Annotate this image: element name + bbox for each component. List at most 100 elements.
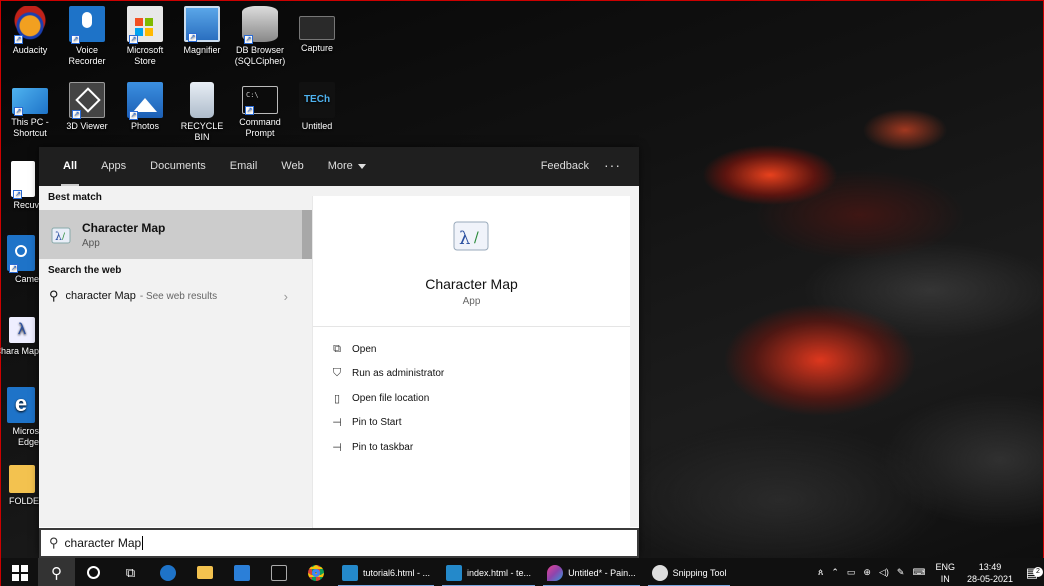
desktop-icon-folder[interactable]: FOLDE	[0, 465, 39, 507]
character-map-icon: λ	[9, 317, 35, 343]
tab-all[interactable]: All	[51, 147, 89, 186]
taskbar-app-label: index.html - te...	[467, 567, 532, 578]
desktop-icon-label: Photos	[130, 121, 160, 131]
web-result[interactable]: ⚲ character Map - See web results ›	[39, 283, 302, 309]
magnifier-icon: ↗	[184, 6, 220, 42]
desktop-icon-this-pc[interactable]: ↗ This PC - Shortcut	[1, 82, 59, 139]
keyboard-icon[interactable]: ⌨	[908, 567, 929, 578]
search-icon: ⚲	[51, 564, 62, 582]
paint-icon	[547, 564, 564, 581]
detail-app-type: App	[462, 296, 481, 307]
people-icon[interactable]: ጰ	[814, 567, 827, 578]
desktop-icon-recuva[interactable]: ↗ Recuv	[0, 161, 39, 211]
photos-icon: ↗	[127, 82, 163, 120]
taskbar-app-label: tutorial6.html - ...	[363, 567, 431, 578]
search-input[interactable]: character Map	[65, 536, 142, 550]
desktop-icon-audacity[interactable]: ↗ Audacity	[1, 6, 59, 56]
start-button[interactable]	[1, 558, 38, 586]
pin-icon: ⊣	[332, 441, 342, 454]
untitled-file-icon: TECh	[299, 82, 335, 118]
volume-icon[interactable]: ◁)	[875, 567, 893, 578]
desktop-icon-photos[interactable]: ↗ Photos	[116, 82, 174, 132]
desktop-icon-3d-viewer[interactable]: ↗ 3D Viewer	[58, 82, 116, 132]
edge-icon	[159, 564, 176, 581]
desktop-icon-character-map[interactable]: λ Chara Map	[0, 317, 39, 357]
taskbar-vscode-tutorial6[interactable]: tutorial6.html - ...	[334, 558, 438, 586]
feedback-link[interactable]: Feedback	[541, 147, 589, 186]
network-icon[interactable]: ⊕	[859, 567, 875, 578]
best-match-header: Best match	[48, 192, 102, 203]
tab-apps[interactable]: Apps	[89, 147, 138, 186]
taskbar-app-label: Snipping Tool	[672, 567, 727, 578]
desktop-icon-edge[interactable]: e Micros Edge	[0, 387, 39, 448]
character-map-icon: λ /	[51, 227, 71, 243]
desktop-icon-command-prompt[interactable]: C:\ ↗ Command Prompt	[231, 82, 289, 139]
desktop-icon-label: Untitled	[301, 121, 333, 131]
search-button[interactable]: ⚲	[38, 558, 75, 586]
audacity-icon: ↗	[12, 6, 48, 44]
tab-email[interactable]: Email	[218, 147, 270, 186]
chevron-up-icon[interactable]: ⌃	[827, 567, 843, 578]
search-box[interactable]: ⚲ character Map	[39, 528, 639, 558]
detail-actions: ⧉ Open ⛉ Run as administrator ▯ Open file l…	[313, 327, 630, 460]
action-run-as-admin[interactable]: ⛉ Run as administrator	[313, 362, 630, 387]
store-bag-icon: ↗	[127, 6, 163, 44]
action-open[interactable]: ⧉ Open	[313, 337, 630, 362]
taskbar-chrome[interactable]	[297, 558, 334, 586]
tab-documents[interactable]: Documents	[138, 147, 218, 186]
chrome-icon	[307, 564, 324, 581]
taskbar-photos[interactable]	[223, 558, 260, 586]
taskbar-command-prompt[interactable]	[260, 558, 297, 586]
action-pin-to-taskbar[interactable]: ⊣ Pin to taskbar	[313, 435, 630, 460]
taskbar: ⚲ ⧉ tutorial6.html - ... index.html - te…	[1, 558, 1044, 586]
desktop-icon-untitled[interactable]: TECh Untitled	[288, 82, 346, 132]
best-match-result[interactable]: λ/ Character Map App →	[39, 210, 339, 259]
computer-icon: ↗	[12, 88, 48, 116]
taskbar-app-label: Untitled* - Pain...	[568, 567, 636, 578]
clock[interactable]: 13:49 28-05-2021	[961, 561, 1019, 585]
action-pin-to-start[interactable]: ⊣ Pin to Start	[313, 411, 630, 436]
taskbar-file-explorer[interactable]	[186, 558, 223, 586]
task-view-button[interactable]: ⧉	[112, 558, 149, 586]
language-indicator[interactable]: ENG IN	[929, 561, 961, 585]
more-options-icon[interactable]: ···	[604, 147, 621, 186]
search-filter-tabs: All Apps Documents Email Web More Feedba…	[39, 147, 639, 186]
desktop-icon-magnifier[interactable]: ↗ Magnifier	[173, 6, 231, 56]
battery-icon[interactable]: ▭	[843, 567, 860, 578]
region-code: IN	[940, 573, 950, 584]
chevron-down-icon	[357, 163, 366, 169]
database-icon: ↗	[242, 6, 278, 44]
desktop-icon-label: Capture	[300, 43, 334, 53]
svg-text:/: /	[474, 230, 479, 246]
pen-icon[interactable]: ✎	[893, 567, 909, 578]
tab-more[interactable]: More	[316, 147, 378, 186]
desktop-icon-capture[interactable]: Capture	[288, 6, 346, 54]
cortana-button[interactable]	[75, 558, 112, 586]
taskbar-edge[interactable]	[149, 558, 186, 586]
notification-center[interactable]: ▤ 2	[1019, 565, 1044, 581]
clock-date: 28-05-2021	[966, 573, 1013, 584]
desktop-icon-label: FOLDE	[8, 496, 39, 506]
tab-web[interactable]: Web	[269, 147, 315, 186]
detail-header: λ / Character Map App	[313, 196, 630, 327]
vscode-icon	[446, 564, 463, 581]
desktop-icon-camera[interactable]: ↗ Came	[0, 235, 39, 285]
taskbar-paint[interactable]: Untitled* - Pain...	[539, 558, 644, 586]
tab-label: More	[327, 160, 353, 172]
taskbar-snipping-tool[interactable]: Snipping Tool	[644, 558, 735, 586]
desktop-icon-label: Came	[14, 274, 39, 284]
desktop-icon-voice-recorder[interactable]: ↗ Voice Recorder	[58, 6, 116, 67]
best-match-type: App	[82, 238, 100, 249]
folder-icon	[9, 465, 35, 493]
recycle-bin-icon	[190, 82, 214, 118]
web-result-suffix: - See web results	[139, 290, 218, 302]
system-tray: ጰ ⌃ ▭ ⊕ ◁) ✎ ⌨ ENG IN 13:49 28-05-2021 ▤ 2	[814, 558, 1044, 586]
cube-icon: ↗	[69, 82, 105, 119]
desktop-icon-label: Audacity	[12, 45, 48, 55]
text-cursor	[142, 536, 144, 550]
action-open-file-location[interactable]: ▯ Open file location	[313, 386, 630, 411]
desktop-icon-recycle-bin[interactable]: RECYCLE BIN	[173, 82, 231, 143]
desktop-icon-db-browser[interactable]: ↗ DB Browser (SQLCipher)	[231, 6, 289, 67]
desktop-icon-microsoft-store[interactable]: ↗ Microsoft Store	[116, 6, 174, 67]
taskbar-vscode-index[interactable]: index.html - te...	[438, 558, 539, 586]
